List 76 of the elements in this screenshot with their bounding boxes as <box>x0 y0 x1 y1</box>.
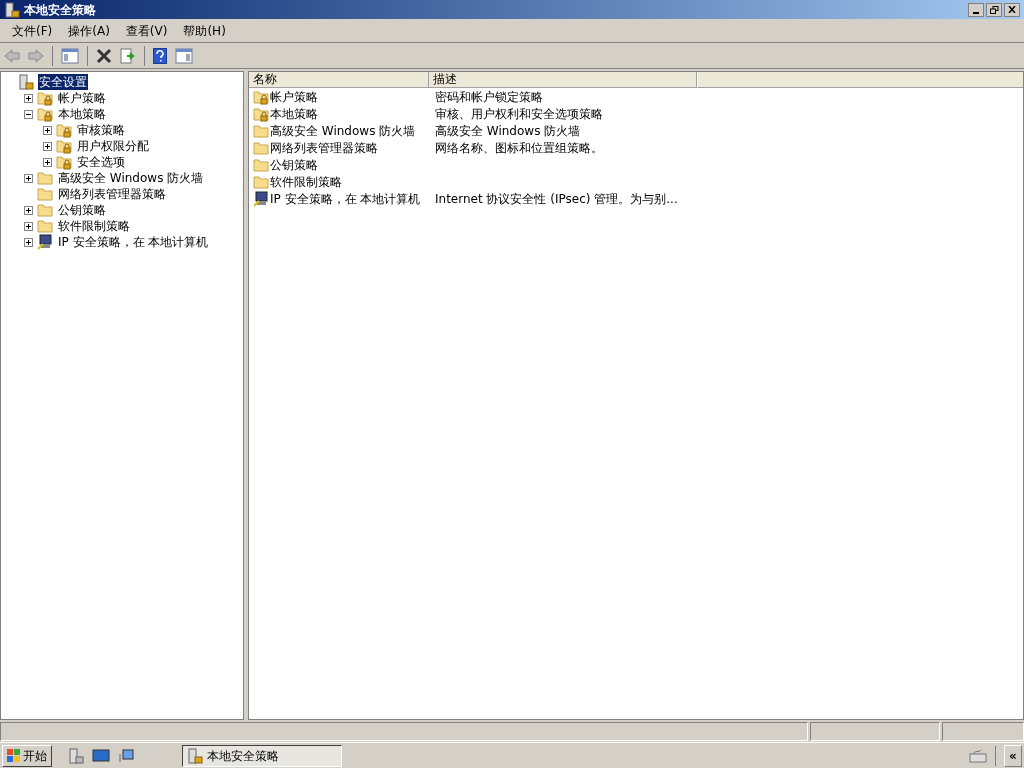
folder-icon <box>253 157 269 172</box>
tree-item[interactable]: 安全设置 <box>38 74 88 90</box>
computer-icon <box>37 234 53 250</box>
list-item[interactable]: 帐户策略 <box>270 87 318 106</box>
tree-item[interactable]: 帐户策略 <box>57 90 107 106</box>
tree-item[interactable]: 安全选项 <box>76 154 126 170</box>
folder-icon <box>253 174 269 189</box>
server-icon[interactable] <box>68 747 84 764</box>
locked-folder-icon <box>56 154 72 170</box>
locked-folder-icon <box>253 88 269 105</box>
tree-item[interactable]: 本地策略 <box>57 106 107 122</box>
minimize-button[interactable] <box>968 2 984 17</box>
expand-toggle[interactable] <box>24 205 33 215</box>
window-title: 本地安全策略 <box>24 1 96 19</box>
desktop-icon[interactable] <box>92 748 110 763</box>
menu-item[interactable]: 帮助(H) <box>175 21 234 40</box>
list-item[interactable]: 本地策略 <box>270 104 318 123</box>
tree-item[interactable]: 用户权限分配 <box>76 138 150 154</box>
description-cell-text: 高级安全 Windows 防火墙 <box>434 122 581 140</box>
menu-item[interactable]: 查看(V) <box>117 21 176 40</box>
server-lock-icon <box>4 1 20 18</box>
expand-toggle[interactable] <box>43 157 52 167</box>
expand-toggle[interactable] <box>24 173 33 183</box>
delete-icon[interactable] <box>96 47 112 64</box>
list-item[interactable]: 高级安全 Windows 防火墙 <box>270 121 416 140</box>
list-item[interactable]: 网络列表管理器策略 <box>270 138 378 157</box>
column-header[interactable]: 描述 <box>429 72 697 88</box>
locked-folder-icon <box>56 138 72 154</box>
server-lock-icon <box>187 747 203 764</box>
locked-folder-icon <box>56 122 72 138</box>
expand-toggle[interactable] <box>24 221 33 231</box>
tree-item[interactable]: 软件限制策略 <box>57 218 131 234</box>
column-header[interactable]: 名称 <box>249 72 429 88</box>
taskbar-window-button[interactable]: 本地安全策略 <box>182 744 342 767</box>
computer-icon <box>253 190 269 207</box>
restore-icon <box>989 5 999 14</box>
list-item[interactable]: 公钥策略 <box>270 155 318 174</box>
list-item[interactable]: IP 安全策略，在 本地计算机 <box>270 189 421 208</box>
expand-toggle[interactable] <box>24 93 33 103</box>
tree-item[interactable]: 高级安全 Windows 防火墙 <box>57 170 205 186</box>
restore-button[interactable] <box>986 2 1002 17</box>
action-pane-icon[interactable] <box>175 47 193 64</box>
locked-folder-icon <box>37 106 53 122</box>
folder-icon <box>37 219 53 233</box>
expand-toggle[interactable] <box>43 141 52 151</box>
folder-icon <box>253 140 269 155</box>
tree-item[interactable]: 网络列表管理器策略 <box>57 186 167 202</box>
description-cell-text: Internet 协议安全性 (IPsec) 管理。为与别... <box>434 190 678 208</box>
list-item[interactable]: 软件限制策略 <box>270 172 342 191</box>
windows-logo-icon <box>7 748 21 763</box>
folder-icon <box>37 171 53 185</box>
help-icon[interactable] <box>153 47 167 64</box>
locked-folder-icon <box>253 105 269 122</box>
panel-toggle-icon[interactable] <box>61 47 79 64</box>
tree-item[interactable]: 公钥策略 <box>57 202 107 218</box>
menu-item[interactable]: 操作(A) <box>60 21 118 40</box>
server-lock-icon <box>18 74 34 90</box>
description-cell-text: 网络名称、图标和位置组策略。 <box>434 139 603 157</box>
locked-folder-icon <box>37 90 53 106</box>
folder-icon <box>37 187 53 201</box>
start-button[interactable]: 开始 <box>2 744 52 767</box>
expand-toggle[interactable] <box>24 237 33 247</box>
description-cell-text: 审核、用户权利和安全选项策略 <box>434 105 603 123</box>
close-icon <box>1008 6 1016 13</box>
monitor-icon[interactable] <box>118 747 134 764</box>
close-button[interactable] <box>1004 2 1020 17</box>
expand-toggle[interactable] <box>43 125 52 135</box>
description-cell-text: 密码和帐户锁定策略 <box>434 88 543 106</box>
collapse-toggle[interactable] <box>24 109 33 119</box>
tree-item[interactable]: IP 安全策略，在 本地计算机 <box>57 234 210 250</box>
show-hidden-icons-button[interactable]: « <box>1004 744 1022 767</box>
export-list-icon[interactable] <box>120 47 136 64</box>
folder-icon <box>37 203 53 217</box>
tree-item[interactable]: 审核策略 <box>76 122 126 138</box>
folder-icon <box>253 123 269 138</box>
menu-item[interactable]: 文件(F) <box>4 21 61 40</box>
